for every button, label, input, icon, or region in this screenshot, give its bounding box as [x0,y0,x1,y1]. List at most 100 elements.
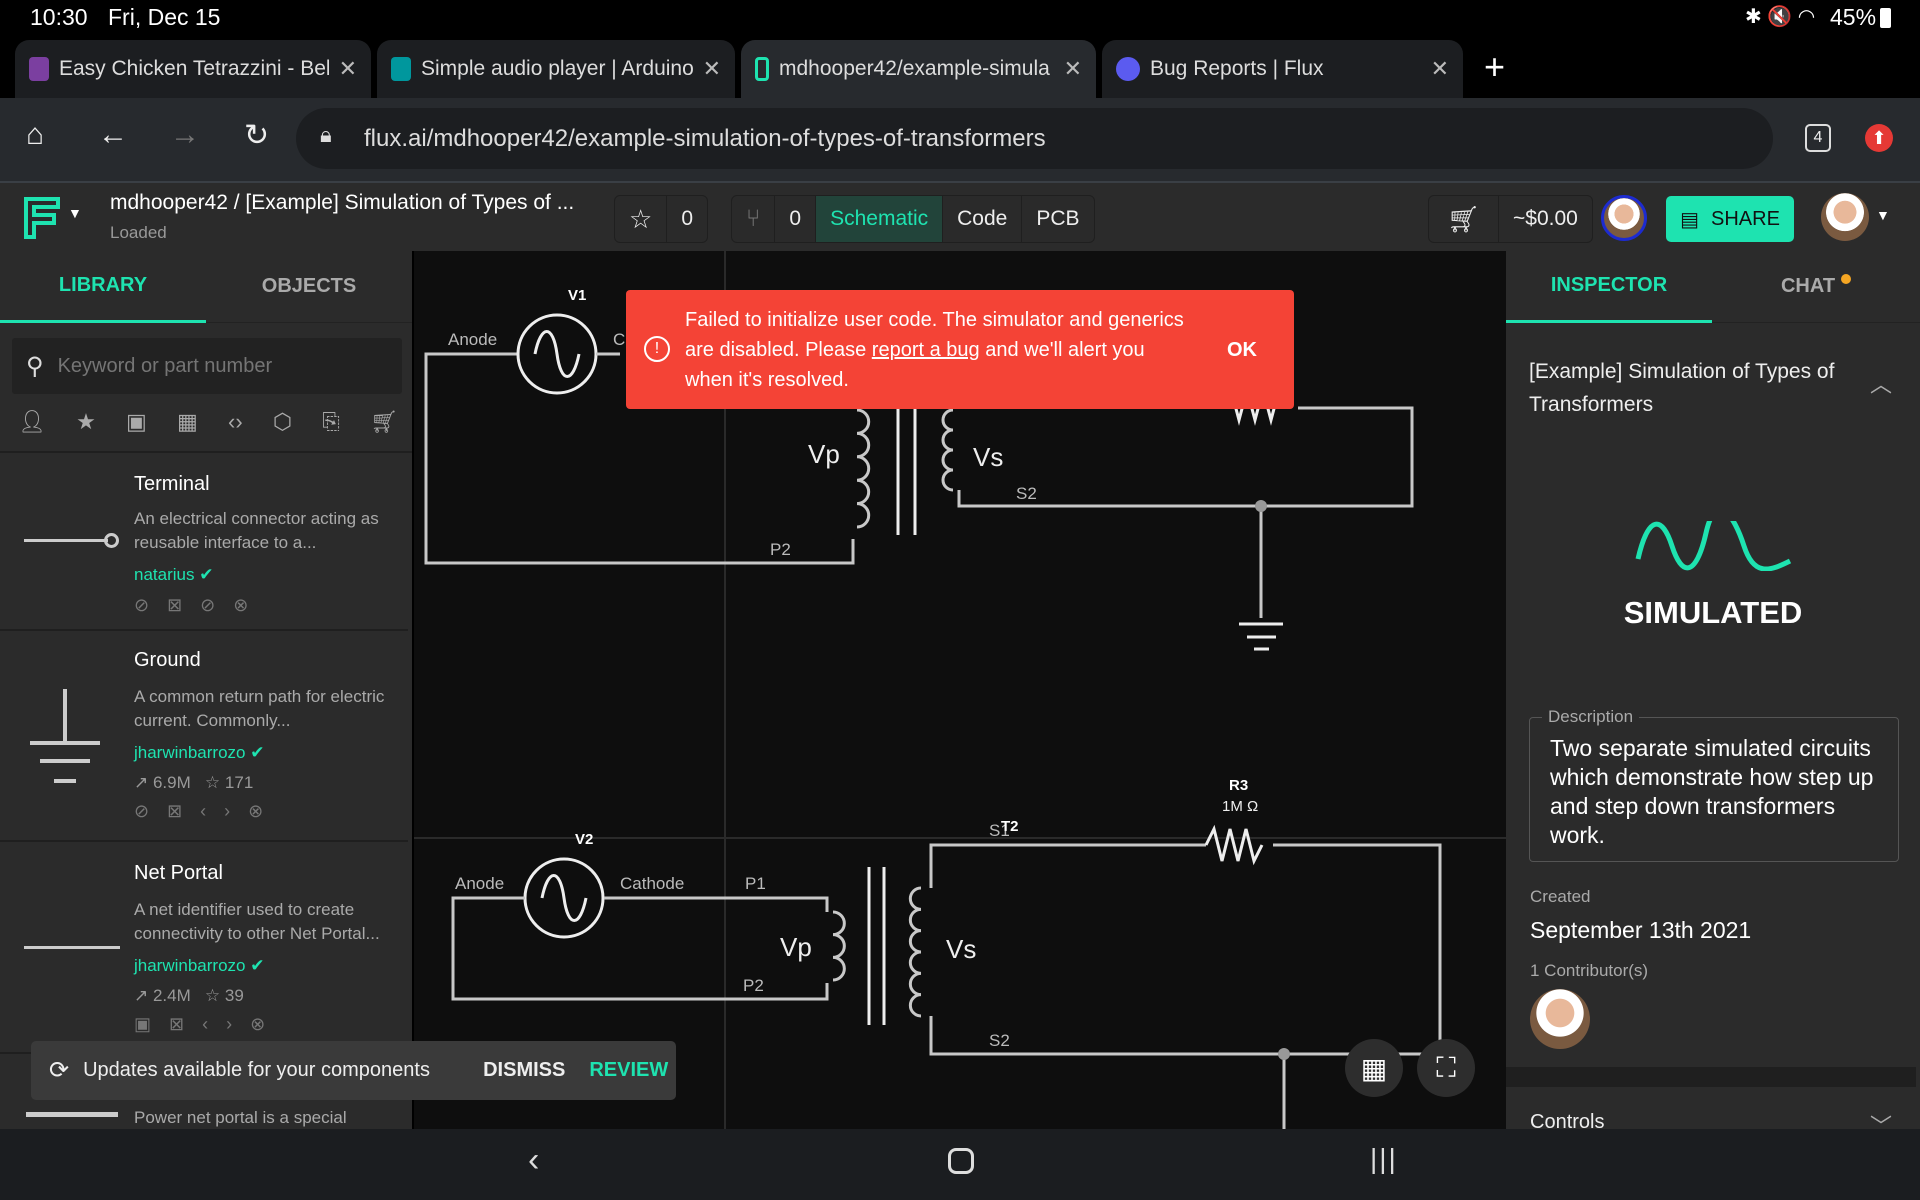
pin-label: Anode [448,330,497,349]
star-filter-icon[interactable]: ★ [76,409,96,435]
user-menu-caret[interactable]: ▼ [1876,207,1890,223]
home-icon[interactable]: ⌂ [26,118,44,152]
capability-icons: ⊘⊠⊘⊗ [134,595,267,615]
library-item-ground[interactable]: Ground A common return path for electric… [0,633,408,842]
item-author[interactable]: natarius ✔ [134,565,213,585]
cart-icon[interactable]: 🛒︎ [1429,196,1500,242]
terminal-symbol-icon [24,539,108,542]
pdf-filter-icon[interactable]: ⎘ [322,409,340,435]
pin-label: P2 [770,540,791,559]
collaborator-avatar[interactable] [1601,195,1647,241]
browser-tab[interactable]: Easy Chicken Tetrazzini - Bell ✕ [15,40,371,98]
library-item-net-portal[interactable]: Net Portal A net identifier used to crea… [0,844,408,1054]
fork-count: 0 [775,196,817,242]
close-tab-icon[interactable]: ✕ [1431,56,1449,82]
search-input[interactable] [57,354,378,378]
contributor-avatar[interactable] [1530,989,1590,1049]
tab-library[interactable]: LIBRARY [0,251,206,323]
share-button[interactable]: ▤ SHARE [1666,196,1794,242]
designator-r3: R3 [1229,777,1248,794]
item-author[interactable]: jharwinbarrozo ✔ [134,743,264,763]
close-tab-icon[interactable]: ✕ [339,56,357,82]
pin-label: P2 [743,976,764,995]
resistor-value: 1M Ω [1222,798,1258,815]
item-name: Ground [134,649,201,671]
review-button[interactable]: REVIEW [589,1059,668,1082]
designator-v2: V2 [575,831,593,848]
item-stats: ↗ 2.4M ☆ 39 [134,986,244,1005]
browser-tab[interactable]: Bug Reports | Flux ✕ [1102,40,1463,98]
logo-menu-caret[interactable]: ▼ [68,205,82,221]
recents-nav-icon[interactable]: ||| [1370,1143,1398,1175]
library-panel: LIBRARY OBJECTS ⚲ 👤︎ ★ ▣ ▦ ‹› ⬡ ⎘ 🛒︎ Terminal A… [0,251,412,1129]
coil-label: Vp [808,439,840,469]
lock-icon: 🔒︎ [320,122,332,147]
forward-icon[interactable]: → [170,118,200,152]
module-filter-icon[interactable]: ▦ [177,409,198,435]
address-bar[interactable]: 🔒︎ flux.ai/mdhooper42/example-simulation… [296,108,1773,169]
primary-coil [856,408,871,529]
ok-button[interactable]: OK [1227,335,1257,365]
ground-symbol [1239,622,1283,651]
update-icon[interactable]: ⬆ [1865,124,1893,152]
simulated-wave-icon [1635,521,1792,571]
back-nav-icon[interactable]: ‹ [528,1141,539,1180]
tab-chat[interactable]: CHAT [1712,251,1920,323]
date: Fri, Dec 15 [108,4,221,30]
coil-label: Vs [973,442,1003,472]
primary-coil [832,910,846,982]
collapse-chevron-icon[interactable]: ︿ [1870,367,1892,399]
cart-filter-icon[interactable]: 🛒︎ [370,409,398,435]
cart-cost: ~$0.00 [1513,207,1578,230]
new-tab-button[interactable]: + [1484,46,1505,88]
code-filter-icon[interactable]: ‹› [228,409,243,435]
browser-tab[interactable]: Simple audio player | Arduino ✕ [377,40,735,98]
reload-icon[interactable]: ↻ [244,118,269,153]
designator-t2: T2 [1001,818,1019,835]
flux-logo-icon[interactable] [22,195,62,241]
unread-dot [1841,273,1852,284]
item-stats: ↗ 6.9M ☆ 171 [134,773,254,792]
close-tab-icon[interactable]: ✕ [1064,56,1082,82]
grid-toggle-button[interactable]: ▦ [1345,1039,1403,1097]
chip-filter-icon[interactable]: ▣ [126,409,147,435]
description-field[interactable]: Description Two separate simulated circu… [1529,707,1899,862]
pin-label: P1 [745,874,766,893]
search-box[interactable]: ⚲ [12,338,402,394]
project-title[interactable]: mdhooper42 / [Example] Simulation of Typ… [110,191,574,215]
verified-icon: ✔ [199,565,214,584]
star-button[interactable]: ☆ [615,196,668,242]
library-item-terminal[interactable]: Terminal An electrical connector acting … [0,453,408,631]
user-avatar[interactable] [1821,193,1869,241]
pin-label: Cathode [620,874,684,893]
search-icon: ⚲ [26,352,44,380]
item-description: An electrical connector acting as reusab… [134,509,379,552]
fullscreen-button[interactable]: ⛶ [1417,1039,1475,1097]
tab-inspector[interactable]: INSPECTOR [1506,251,1712,323]
item-name: Terminal [134,473,210,495]
tab-objects[interactable]: OBJECTS [206,251,412,323]
home-nav-icon[interactable] [948,1148,974,1174]
item-author[interactable]: jharwinbarrozo ✔ [134,956,264,976]
report-bug-link[interactable]: report a bug [872,339,980,361]
dismiss-button[interactable]: DISMISS [483,1059,565,1082]
fork-icon[interactable]: ⑂ [732,196,776,242]
tab-title: Easy Chicken Tetrazzini - Bell [59,57,329,80]
browser-tab-active[interactable]: mdhooper42/example-simula ✕ [741,40,1096,98]
back-icon[interactable]: ← [98,118,128,152]
filter-icons: 👤︎ ★ ▣ ▦ ‹› ⬡ ⎘ 🛒︎ [18,409,398,435]
junction [1278,1048,1290,1060]
tab-pcb[interactable]: PCB [1022,196,1093,242]
user-filter-icon[interactable]: 👤︎ [18,409,46,435]
share-label: SHARE [1711,207,1780,230]
tab-switcher-button[interactable]: 4 [1805,124,1831,152]
section-divider [1506,1067,1916,1087]
clock: 10:30 [30,4,88,30]
pin-label: C [613,330,625,349]
updates-message: Updates available for your components [83,1059,430,1081]
tab-code[interactable]: Code [943,196,1023,242]
cube-filter-icon[interactable]: ⬡ [273,409,292,435]
capability-icons: ⊘⊠‹›⊗ [134,801,282,821]
close-tab-icon[interactable]: ✕ [703,56,721,82]
tab-schematic[interactable]: Schematic [816,196,944,242]
